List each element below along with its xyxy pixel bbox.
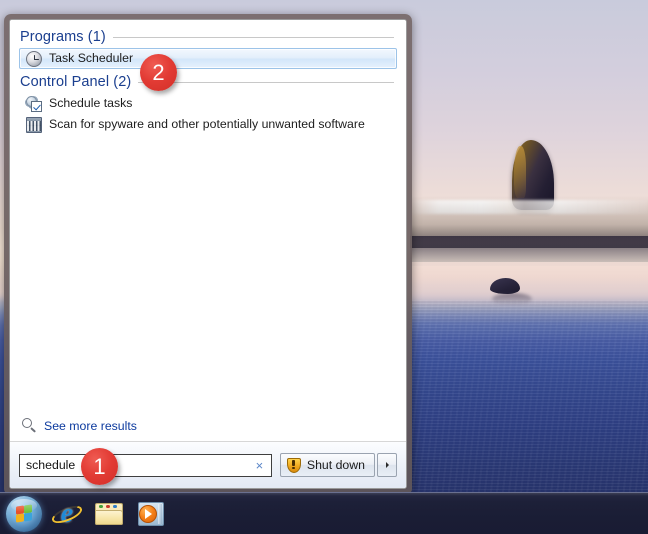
shield-icon xyxy=(286,457,301,473)
callout-badge-2: 2 xyxy=(140,54,177,91)
callout-badge-1: 1 xyxy=(81,448,118,485)
windows-logo-icon xyxy=(15,503,33,523)
see-more-results-link[interactable]: See more results xyxy=(22,418,137,433)
shutdown-options-button[interactable] xyxy=(377,453,397,477)
group-rule xyxy=(112,36,394,38)
clock-icon xyxy=(26,50,42,67)
chevron-right-icon xyxy=(385,462,389,468)
shutdown-button[interactable]: Shut down xyxy=(279,453,375,477)
clear-search-icon[interactable]: × xyxy=(252,458,267,473)
taskbar: e xyxy=(0,492,648,534)
result-label: Scan for spyware and other potentially u… xyxy=(49,117,365,132)
schedule-tasks-result[interactable]: Schedule tasks xyxy=(19,93,397,114)
shutdown-split-button: Shut down xyxy=(279,453,397,477)
result-label: Task Scheduler xyxy=(49,51,134,66)
internet-explorer-icon[interactable]: e xyxy=(49,497,85,531)
group-header-control-panel: Control Panel (2) xyxy=(20,74,398,90)
gear-check-icon xyxy=(26,95,42,112)
task-scheduler-result[interactable]: Task Scheduler xyxy=(19,48,397,69)
scan-spyware-result[interactable]: Scan for spyware and other potentially u… xyxy=(19,114,397,135)
start-orb[interactable] xyxy=(6,495,42,532)
defender-icon xyxy=(26,116,42,133)
group-header-programs: Programs (1) xyxy=(20,29,398,45)
result-label: Schedule tasks xyxy=(49,96,133,111)
windows-explorer-icon[interactable] xyxy=(92,497,126,531)
start-menu-inner: Programs (1) Task Scheduler Control Pane… xyxy=(9,19,407,489)
start-menu-panel: Programs (1) Task Scheduler Control Pane… xyxy=(4,14,412,494)
water-rock xyxy=(490,278,520,294)
search-box[interactable]: × xyxy=(19,453,272,477)
search-input[interactable] xyxy=(24,458,252,472)
results-group-programs: Programs (1) Task Scheduler xyxy=(18,29,398,69)
search-results-area: Programs (1) Task Scheduler Control Pane… xyxy=(10,20,406,441)
group-title-control-panel: Control Panel (2) xyxy=(20,74,132,90)
windows-media-player-icon[interactable] xyxy=(134,497,168,531)
results-group-control-panel: Control Panel (2) Schedule tasks Scan fo… xyxy=(18,74,398,135)
magnifier-icon xyxy=(22,418,38,433)
start-menu-bottom-bar: × Shut down xyxy=(10,442,406,488)
desktop-screen: Programs (1) Task Scheduler Control Pane… xyxy=(0,0,648,534)
water-ripples-diagonal xyxy=(410,300,648,500)
group-rule xyxy=(138,81,394,83)
shutdown-button-label: Shut down xyxy=(306,458,365,472)
see-more-results-label: See more results xyxy=(44,418,137,433)
group-title-programs: Programs (1) xyxy=(20,29,106,45)
